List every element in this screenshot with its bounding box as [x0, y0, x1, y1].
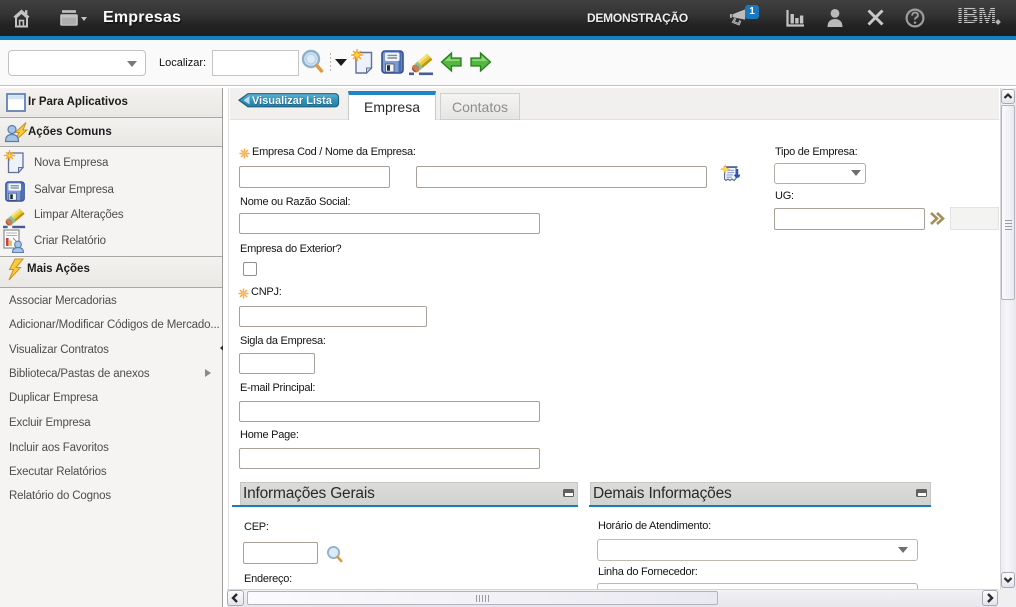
- svg-text:Visualizar Lista: Visualizar Lista: [252, 95, 333, 107]
